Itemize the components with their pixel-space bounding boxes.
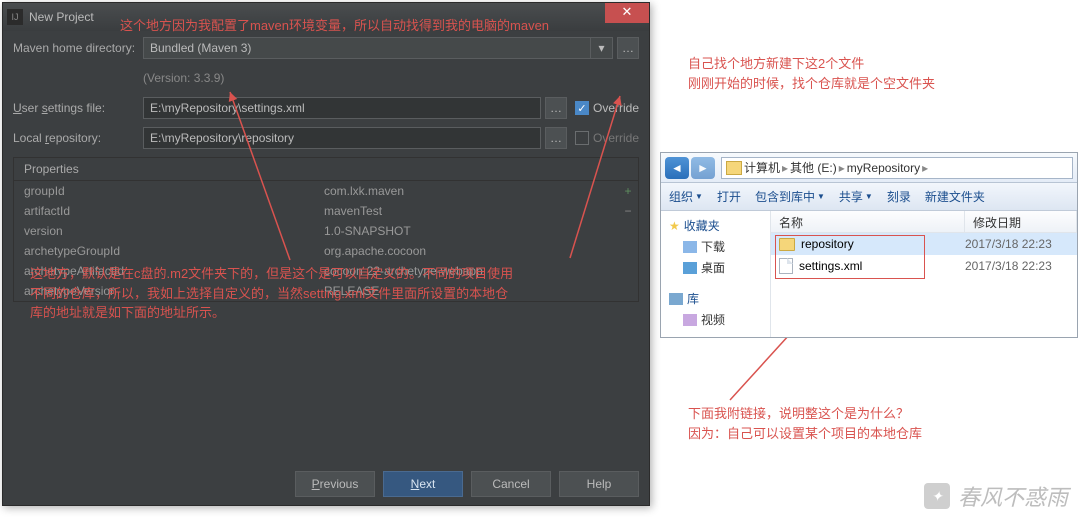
property-value: mavenTest — [314, 204, 618, 218]
override-label-2: Override — [593, 131, 639, 145]
watermark-text: 春风不惑雨 — [958, 480, 1068, 512]
next-button[interactable]: Next — [383, 471, 463, 497]
property-value: RELEASE — [314, 284, 618, 298]
property-key: artifactId — [14, 204, 314, 218]
new-project-dialog: IJ New Project ✕ Maven home directory: B… — [2, 2, 650, 506]
download-icon — [683, 241, 697, 253]
user-settings-input[interactable]: E:\myRepository\settings.xml — [143, 97, 541, 119]
local-repo-input[interactable]: E:\myRepository\repository — [143, 127, 541, 149]
explorer-navbar: ◄ ► 计算机▸ 其他 (E:)▸ myRepository▸ — [661, 153, 1077, 183]
cancel-button[interactable]: Cancel — [471, 471, 551, 497]
browse-settings-button[interactable]: … — [545, 97, 567, 119]
browse-repo-button[interactable]: … — [545, 127, 567, 149]
explorer-sidebar: ★收藏夹 下载 桌面 库 视频 — [661, 211, 771, 337]
maven-version-note: (Version: 3.3.9) — [143, 71, 224, 85]
override-settings-checkbox[interactable] — [575, 101, 589, 115]
drive-icon — [726, 161, 742, 175]
toolbar-organize[interactable]: 组织 ▼ — [669, 188, 703, 205]
property-row[interactable]: version1.0-SNAPSHOT — [14, 221, 618, 241]
file-explorer-window: ◄ ► 计算机▸ 其他 (E:)▸ myRepository▸ 组织 ▼ 打开 … — [660, 152, 1078, 338]
maven-home-dropdown[interactable]: Bundled (Maven 3) — [143, 37, 591, 59]
breadcrumb[interactable]: 计算机▸ 其他 (E:)▸ myRepository▸ — [721, 157, 1073, 179]
property-value: org.apache.cocoon — [314, 244, 618, 258]
properties-header: Properties — [14, 158, 638, 181]
property-value: com.lxk.maven — [314, 184, 618, 198]
dialog-title: New Project — [29, 10, 94, 24]
property-key: groupId — [14, 184, 314, 198]
property-value: cocoon-22-archetype-webapp — [314, 264, 618, 278]
property-row[interactable]: groupIdcom.lxk.maven — [14, 181, 618, 201]
help-button[interactable]: Help — [559, 471, 639, 497]
dialog-titlebar[interactable]: IJ New Project ✕ — [3, 3, 649, 31]
property-value: 1.0-SNAPSHOT — [314, 224, 618, 238]
breadcrumb-item[interactable]: myRepository — [847, 161, 920, 175]
breadcrumb-item[interactable]: 其他 (E:) — [790, 159, 837, 176]
toolbar-include-lib[interactable]: 包含到库中 ▼ — [755, 188, 825, 205]
add-property-button[interactable]: + — [618, 181, 638, 201]
sidebar-downloads[interactable]: 下载 — [661, 236, 770, 257]
folder-icon — [779, 238, 795, 251]
remove-property-button[interactable]: − — [618, 201, 638, 221]
property-row[interactable]: archetypeArtifactIdcocoon-22-archetype-w… — [14, 261, 618, 281]
sidebar-desktop[interactable]: 桌面 — [661, 257, 770, 278]
app-icon: IJ — [7, 9, 23, 25]
chevron-down-icon[interactable]: ▾ — [591, 37, 613, 59]
close-icon[interactable]: ✕ — [605, 3, 649, 23]
desktop-icon — [683, 262, 697, 274]
file-list: repository 2017/3/18 22:23 settings.xml 201… — [771, 233, 1077, 337]
sidebar-library[interactable]: 库 — [661, 288, 770, 309]
user-settings-label: User settings file: — [13, 101, 143, 115]
file-date: 2017/3/18 22:23 — [965, 259, 1077, 273]
property-key: archetypeGroupId — [14, 244, 314, 258]
column-date[interactable]: 修改日期 — [965, 211, 1077, 232]
property-key: version — [14, 224, 314, 238]
watermark: ✦ 春风不惑雨 — [924, 480, 1068, 512]
file-date: 2017/3/18 22:23 — [965, 237, 1077, 251]
video-icon — [683, 314, 697, 326]
explorer-column-headers[interactable]: 名称 修改日期 — [771, 211, 1077, 233]
property-key: archetypeArtifactId — [14, 264, 314, 278]
column-name[interactable]: 名称 — [771, 211, 965, 232]
properties-panel: Properties groupIdcom.lxk.mavenartifactI… — [13, 157, 639, 302]
annotation-right-2: 下面我附链接，说明整这个是为什么？ 因为：自己可以设置某个项目的本地仓库 — [688, 404, 1008, 443]
maven-home-label: Maven home directory: — [13, 41, 143, 55]
toolbar-burn[interactable]: 刻录 — [887, 188, 911, 205]
file-name: settings.xml — [799, 259, 862, 273]
property-row[interactable]: archetypeGroupIdorg.apache.cocoon — [14, 241, 618, 261]
library-icon — [669, 293, 683, 305]
toolbar-open[interactable]: 打开 — [717, 188, 741, 205]
property-key: archetypeVersion — [14, 284, 314, 298]
override-label-1: Override — [593, 101, 639, 115]
sidebar-video[interactable]: 视频 — [661, 309, 770, 330]
toolbar-new-folder[interactable]: 新建文件夹 — [925, 188, 985, 205]
toolbar-share[interactable]: 共享 ▼ — [839, 188, 873, 205]
previous-button[interactable]: Previous — [295, 471, 375, 497]
file-row[interactable]: settings.xml 2017/3/18 22:23 — [771, 255, 1077, 277]
star-icon: ★ — [669, 219, 680, 233]
local-repo-label: Local repository: — [13, 131, 143, 145]
nav-back-button[interactable]: ◄ — [665, 157, 689, 179]
annotation-right-1: 自己找个地方新建下这2个文件 刚刚开始的时候，找个仓库就是个空文件夹 — [688, 54, 1008, 93]
nav-forward-button[interactable]: ► — [691, 157, 715, 179]
browse-maven-home-button[interactable]: … — [617, 37, 639, 59]
explorer-toolbar: 组织 ▼ 打开 包含到库中 ▼ 共享 ▼ 刻录 新建文件夹 — [661, 183, 1077, 211]
sidebar-favorites[interactable]: ★收藏夹 — [661, 215, 770, 236]
breadcrumb-item[interactable]: 计算机 — [744, 159, 780, 176]
wechat-icon: ✦ — [924, 483, 950, 509]
file-icon — [779, 258, 793, 274]
property-row[interactable]: archetypeVersionRELEASE — [14, 281, 618, 301]
file-row[interactable]: repository 2017/3/18 22:23 — [771, 233, 1077, 255]
override-repo-checkbox[interactable] — [575, 131, 589, 145]
file-name: repository — [801, 237, 854, 251]
property-row[interactable]: artifactIdmavenTest — [14, 201, 618, 221]
